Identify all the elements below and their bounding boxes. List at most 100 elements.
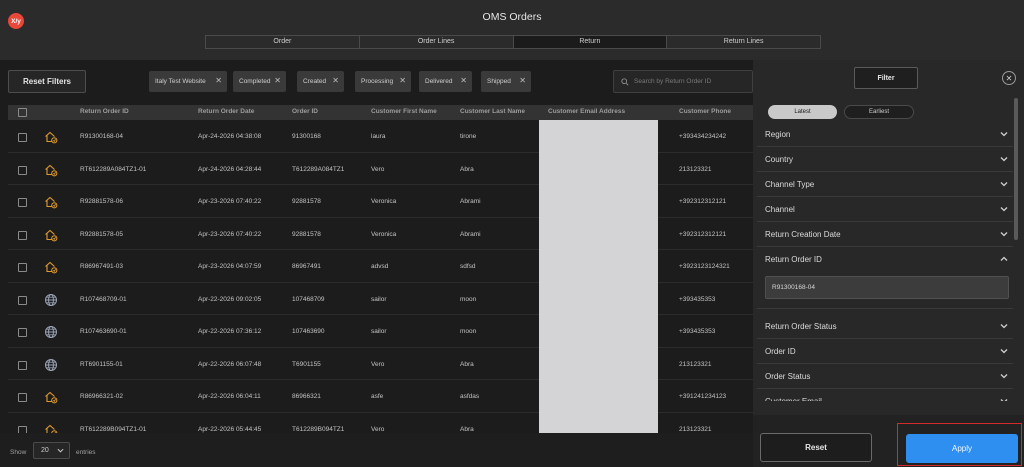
column-header[interactable]: Order ID bbox=[292, 108, 318, 115]
house-return-icon bbox=[44, 423, 58, 433]
table-cell: T612289A084TZ1 bbox=[292, 165, 345, 173]
house-return-icon bbox=[44, 260, 58, 274]
table-cell: +392312312121 bbox=[679, 230, 727, 238]
table-cell: Apr-23-2026 07:40:22 bbox=[198, 198, 262, 205]
table-cell: 213123321 bbox=[679, 165, 712, 173]
tab-return[interactable]: Return bbox=[513, 36, 668, 48]
column-header[interactable]: Customer Phone bbox=[679, 108, 731, 115]
table-cell: R86967491-03 bbox=[80, 263, 124, 270]
panel-footer: Reset Apply bbox=[753, 415, 1024, 467]
tab-return-lines[interactable]: Return Lines bbox=[667, 36, 820, 48]
filter-facet[interactable]: Return Creation Date bbox=[757, 222, 1013, 247]
filter-chip: Italy Test Website ✕ bbox=[149, 71, 227, 92]
sort-earliest-button[interactable]: Earliest bbox=[844, 105, 914, 119]
search-input[interactable] bbox=[634, 78, 744, 85]
row-checkbox[interactable] bbox=[18, 328, 27, 337]
chevron-down-icon[interactable] bbox=[1000, 372, 1008, 380]
filter-facet[interactable]: Channel Type bbox=[757, 172, 1013, 197]
reset-button[interactable]: Reset bbox=[760, 433, 872, 462]
return-order-id-field[interactable] bbox=[765, 276, 1009, 299]
row-checkbox[interactable] bbox=[18, 133, 27, 142]
filter-facet[interactable]: Region bbox=[757, 122, 1013, 147]
chevron-down-icon[interactable] bbox=[1000, 230, 1008, 238]
table-cell: 86967491 bbox=[292, 263, 321, 270]
table-cell: +393435353 bbox=[679, 295, 716, 303]
chip-remove-icon[interactable]: ✕ bbox=[274, 76, 281, 85]
page-size-select[interactable]: 20 bbox=[33, 442, 70, 459]
chevron-down-icon[interactable] bbox=[1000, 180, 1008, 188]
reset-filters-button[interactable]: Reset Filters bbox=[8, 70, 86, 93]
table-cell: R92881578-05 bbox=[80, 230, 124, 238]
house-return-icon bbox=[44, 195, 58, 209]
table-cell: Apr-22-2026 06:07:48 bbox=[198, 360, 262, 368]
table-cell: 107463690 bbox=[292, 328, 325, 335]
show-label: Show bbox=[10, 449, 27, 456]
filter-facet[interactable]: Return Order Status bbox=[757, 314, 1013, 339]
table-cell: Vero bbox=[371, 165, 385, 173]
chip-remove-icon[interactable]: ✕ bbox=[399, 76, 406, 85]
filter-facet[interactable]: Customer Email bbox=[757, 389, 1013, 401]
table-cell: R86966321-02 bbox=[80, 393, 124, 400]
chevron-up-icon[interactable] bbox=[1000, 255, 1008, 263]
tab-order-lines[interactable]: Order Lines bbox=[359, 36, 514, 48]
filter-chip-label: Italy Test Website bbox=[155, 78, 206, 85]
row-checkbox[interactable] bbox=[18, 393, 27, 402]
column-header[interactable]: Return Order Date bbox=[198, 108, 254, 115]
chip-remove-icon[interactable]: ✕ bbox=[460, 76, 467, 85]
table-cell: Apr-23-2026 04:07:59 bbox=[198, 263, 262, 270]
filter-facet[interactable]: Channel bbox=[757, 197, 1013, 222]
table-cell: moon bbox=[460, 295, 477, 303]
sort-latest-button[interactable]: Latest bbox=[768, 105, 837, 119]
chip-remove-icon[interactable]: ✕ bbox=[215, 76, 222, 85]
column-header[interactable]: Customer Email Address bbox=[548, 108, 625, 115]
column-header[interactable]: Customer First Name bbox=[371, 108, 437, 115]
row-checkbox[interactable] bbox=[18, 263, 27, 272]
chevron-down-icon[interactable] bbox=[1000, 322, 1008, 330]
filter-chip-label: Shipped bbox=[487, 78, 511, 85]
filter-panel: Filter ✕ Latest Earliest Region Country Ch… bbox=[753, 60, 1024, 467]
table-cell: Abra bbox=[460, 360, 474, 368]
table-cell: Vero bbox=[371, 360, 385, 368]
tab-order[interactable]: Order bbox=[206, 36, 360, 48]
chevron-down-icon[interactable] bbox=[1000, 130, 1008, 138]
globe-icon bbox=[44, 358, 58, 372]
chip-remove-icon[interactable]: ✕ bbox=[519, 76, 526, 85]
table-cell: T612289B094TZ1 bbox=[292, 425, 345, 433]
row-checkbox[interactable] bbox=[18, 295, 27, 305]
globe-icon bbox=[44, 325, 58, 339]
row-checkbox[interactable] bbox=[18, 198, 27, 207]
facet-label: Channel Type bbox=[765, 180, 815, 189]
app-header: X/y OMS Orders Order Order Lines Return … bbox=[0, 0, 1024, 60]
row-checkbox[interactable] bbox=[18, 165, 27, 175]
facet-label: Country bbox=[765, 155, 794, 164]
filter-chip-label: Delivered bbox=[425, 78, 453, 85]
filter-title-button[interactable]: Filter bbox=[854, 67, 918, 89]
row-checkbox[interactable] bbox=[18, 360, 27, 370]
panel-scrollbar[interactable] bbox=[1014, 98, 1018, 240]
select-all-checkbox[interactable] bbox=[18, 108, 27, 117]
chip-remove-icon[interactable]: ✕ bbox=[332, 76, 339, 85]
row-checkbox[interactable] bbox=[18, 230, 27, 240]
chevron-down-icon[interactable] bbox=[1000, 347, 1008, 355]
table-cell: +3923123124321 bbox=[679, 263, 730, 270]
filter-facet[interactable]: Country bbox=[757, 147, 1013, 172]
table-cell: Apr-22-2026 05:44:45 bbox=[198, 425, 262, 433]
house-return-icon bbox=[44, 163, 58, 177]
chevron-down-icon bbox=[57, 448, 64, 453]
chevron-down-icon[interactable] bbox=[1000, 205, 1008, 213]
close-icon[interactable]: ✕ bbox=[1002, 71, 1016, 85]
chevron-down-icon[interactable] bbox=[1000, 155, 1008, 163]
table-cell: Apr-22-2026 07:36:12 bbox=[198, 328, 262, 335]
table-cell: +391241234123 bbox=[679, 393, 727, 400]
table-cell: sailor bbox=[371, 295, 387, 303]
filter-chip: Created ✕ bbox=[297, 71, 344, 92]
apply-button[interactable]: Apply bbox=[906, 434, 1018, 463]
facet-label: Channel bbox=[765, 205, 795, 214]
filter-facet[interactable]: Order ID bbox=[757, 339, 1013, 364]
column-header[interactable]: Customer Last Name bbox=[460, 108, 525, 115]
column-header[interactable]: Return Order ID bbox=[80, 108, 129, 115]
house-return-icon bbox=[44, 130, 58, 144]
row-checkbox[interactable] bbox=[18, 425, 27, 433]
filter-facet[interactable]: Order Status bbox=[757, 364, 1013, 389]
chevron-down-icon[interactable] bbox=[1000, 397, 1008, 401]
